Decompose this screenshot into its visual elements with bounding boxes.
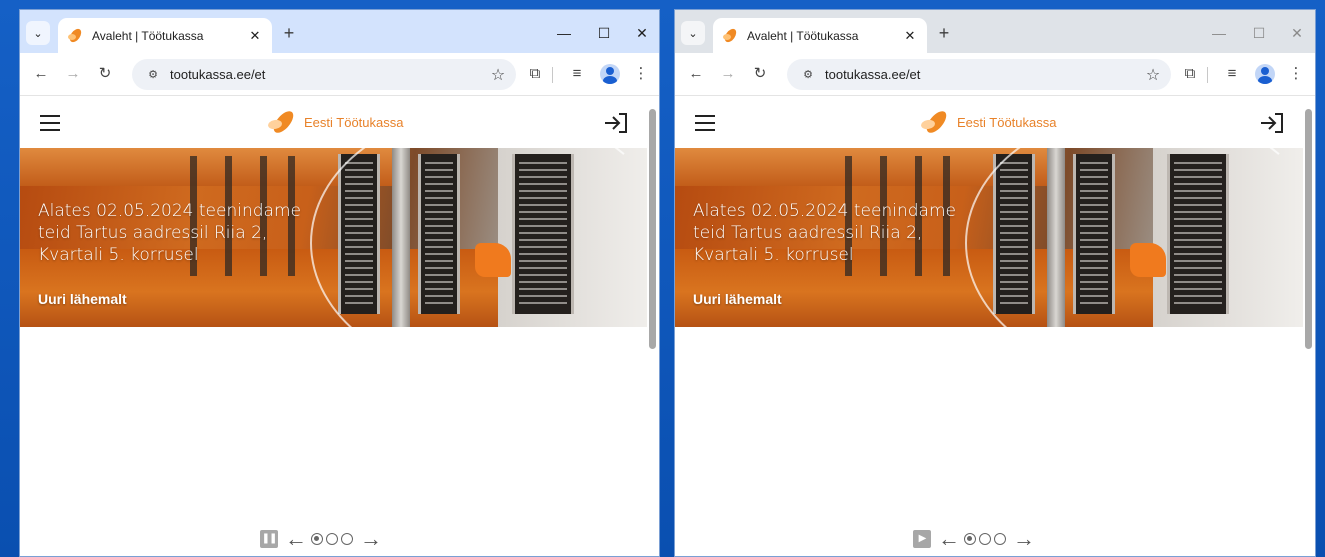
carousel-controls: ❚❚ ← → xyxy=(260,528,382,550)
extensions-icon[interactable]: ⧉ xyxy=(1179,63,1201,85)
logo-mark-icon xyxy=(268,109,298,135)
forward-icon[interactable]: → xyxy=(717,63,739,85)
hero-title: Alates 02.05.2024 teenindame teid Tartus… xyxy=(693,201,956,265)
browser-toolbar: ← → ↻ ⚙ tootukassa.ee/et ☆ ⧉ ≡ ⋮ xyxy=(20,53,659,96)
extensions-icon[interactable]: ⧉ xyxy=(524,63,546,85)
tab-avaleht[interactable]: Avaleht | Töötukassa ✕ xyxy=(713,18,927,53)
hero-link[interactable]: Uuri lähemalt xyxy=(38,291,127,307)
carousel-dot-1[interactable] xyxy=(964,533,976,545)
tab-strip: ⌄ Avaleht | Töötukassa ✕ + — ☐ ✕ xyxy=(675,10,1315,53)
back-icon[interactable]: ← xyxy=(685,63,707,85)
tab-search-icon[interactable]: ⌄ xyxy=(26,21,50,45)
arrow-right-icon[interactable]: → xyxy=(360,528,382,550)
toolbar-divider xyxy=(552,67,553,83)
scrollbar[interactable] xyxy=(1303,97,1315,556)
carousel-dot-1[interactable] xyxy=(311,533,323,545)
login-icon[interactable] xyxy=(1259,111,1285,135)
login-icon[interactable] xyxy=(603,111,629,135)
hero-banner[interactable]: Alates 02.05.2024 teenindame teid Tartus… xyxy=(20,148,648,327)
logo-text: Eesti Töötukassa xyxy=(304,114,404,130)
carousel-controls: ▶ ← → xyxy=(913,528,1035,550)
favicon-icon xyxy=(68,28,84,44)
tab-close-icon[interactable]: ✕ xyxy=(899,28,921,44)
play-icon[interactable]: ▶ xyxy=(913,530,931,548)
pause-icon[interactable]: ❚❚ xyxy=(260,530,278,548)
scrollbar[interactable] xyxy=(647,97,659,556)
back-icon[interactable]: ← xyxy=(30,63,52,85)
maximize-button[interactable]: ☐ xyxy=(1243,22,1275,44)
site-settings-icon[interactable]: ⚙ xyxy=(797,64,819,86)
close-window-button[interactable]: ✕ xyxy=(1281,22,1313,44)
reload-icon[interactable]: ↻ xyxy=(749,63,771,85)
hero-link[interactable]: Uuri lähemalt xyxy=(693,291,782,307)
carousel-dot-3[interactable] xyxy=(341,533,353,545)
scrollbar-thumb[interactable] xyxy=(1305,109,1312,349)
carousel-dot-2[interactable] xyxy=(979,533,991,545)
close-window-button[interactable]: ✕ xyxy=(626,22,658,44)
web-page: Eesti Töötukassa Alates 02.05.2024 teeni… xyxy=(20,97,659,556)
site-logo[interactable]: Eesti Töötukassa xyxy=(268,109,403,135)
logo-mark-icon xyxy=(921,109,951,135)
hero-banner[interactable]: Alates 02.05.2024 teenindame teid Tartus… xyxy=(675,148,1303,327)
address-bar[interactable]: ⚙ tootukassa.ee/et ☆ xyxy=(132,59,516,90)
new-tab-button[interactable]: + xyxy=(278,23,300,45)
web-page: Eesti Töötukassa Alates 02.05.2024 teeni… xyxy=(675,97,1315,556)
reading-list-icon[interactable]: ≡ xyxy=(566,63,588,85)
toolbar-divider xyxy=(1207,67,1208,83)
url-text: tootukassa.ee/et xyxy=(825,67,921,82)
hamburger-icon[interactable] xyxy=(695,115,715,131)
maximize-button[interactable]: ☐ xyxy=(588,22,620,44)
tab-title: Avaleht | Töötukassa xyxy=(747,28,859,43)
minimize-button[interactable]: — xyxy=(548,22,580,44)
arrow-left-icon[interactable]: ← xyxy=(938,528,960,550)
url-text: tootukassa.ee/et xyxy=(170,67,266,82)
logo-text: Eesti Töötukassa xyxy=(957,114,1057,130)
profile-icon[interactable] xyxy=(600,64,620,84)
reading-list-icon[interactable]: ≡ xyxy=(1221,63,1243,85)
site-settings-icon[interactable]: ⚙ xyxy=(142,64,164,86)
tab-search-icon[interactable]: ⌄ xyxy=(681,21,705,45)
new-tab-button[interactable]: + xyxy=(933,23,955,45)
scrollbar-thumb[interactable] xyxy=(649,109,656,349)
site-header: Eesti Töötukassa xyxy=(675,97,1303,149)
browser-window-left: ⌄ Avaleht | Töötukassa ✕ + — ☐ ✕ ← → ↻ ⚙… xyxy=(19,9,660,557)
star-icon[interactable]: ☆ xyxy=(1141,65,1165,85)
reload-icon[interactable]: ↻ xyxy=(94,63,116,85)
tab-close-icon[interactable]: ✕ xyxy=(244,28,266,44)
tab-strip: ⌄ Avaleht | Töötukassa ✕ + — ☐ ✕ xyxy=(20,10,659,53)
minimize-button[interactable]: — xyxy=(1203,22,1235,44)
arrow-right-icon[interactable]: → xyxy=(1013,528,1035,550)
address-bar[interactable]: ⚙ tootukassa.ee/et ☆ xyxy=(787,59,1171,90)
arrow-left-icon[interactable]: ← xyxy=(285,528,307,550)
forward-icon[interactable]: → xyxy=(62,63,84,85)
hero-title: Alates 02.05.2024 teenindame teid Tartus… xyxy=(38,201,301,265)
tab-title: Avaleht | Töötukassa xyxy=(92,28,204,43)
star-icon[interactable]: ☆ xyxy=(486,65,510,85)
browser-window-right: ⌄ Avaleht | Töötukassa ✕ + — ☐ ✕ ← → ↻ ⚙… xyxy=(674,9,1316,557)
favicon-icon xyxy=(723,28,739,44)
site-header: Eesti Töötukassa xyxy=(20,97,647,149)
browser-toolbar: ← → ↻ ⚙ tootukassa.ee/et ☆ ⧉ ≡ ⋮ xyxy=(675,53,1315,96)
carousel-dot-3[interactable] xyxy=(994,533,1006,545)
carousel-dot-2[interactable] xyxy=(326,533,338,545)
hamburger-icon[interactable] xyxy=(40,115,60,131)
tab-avaleht[interactable]: Avaleht | Töötukassa ✕ xyxy=(58,18,272,53)
menu-icon[interactable]: ⋮ xyxy=(1285,63,1307,85)
menu-icon[interactable]: ⋮ xyxy=(630,63,652,85)
site-logo[interactable]: Eesti Töötukassa xyxy=(921,109,1056,135)
profile-icon[interactable] xyxy=(1255,64,1275,84)
